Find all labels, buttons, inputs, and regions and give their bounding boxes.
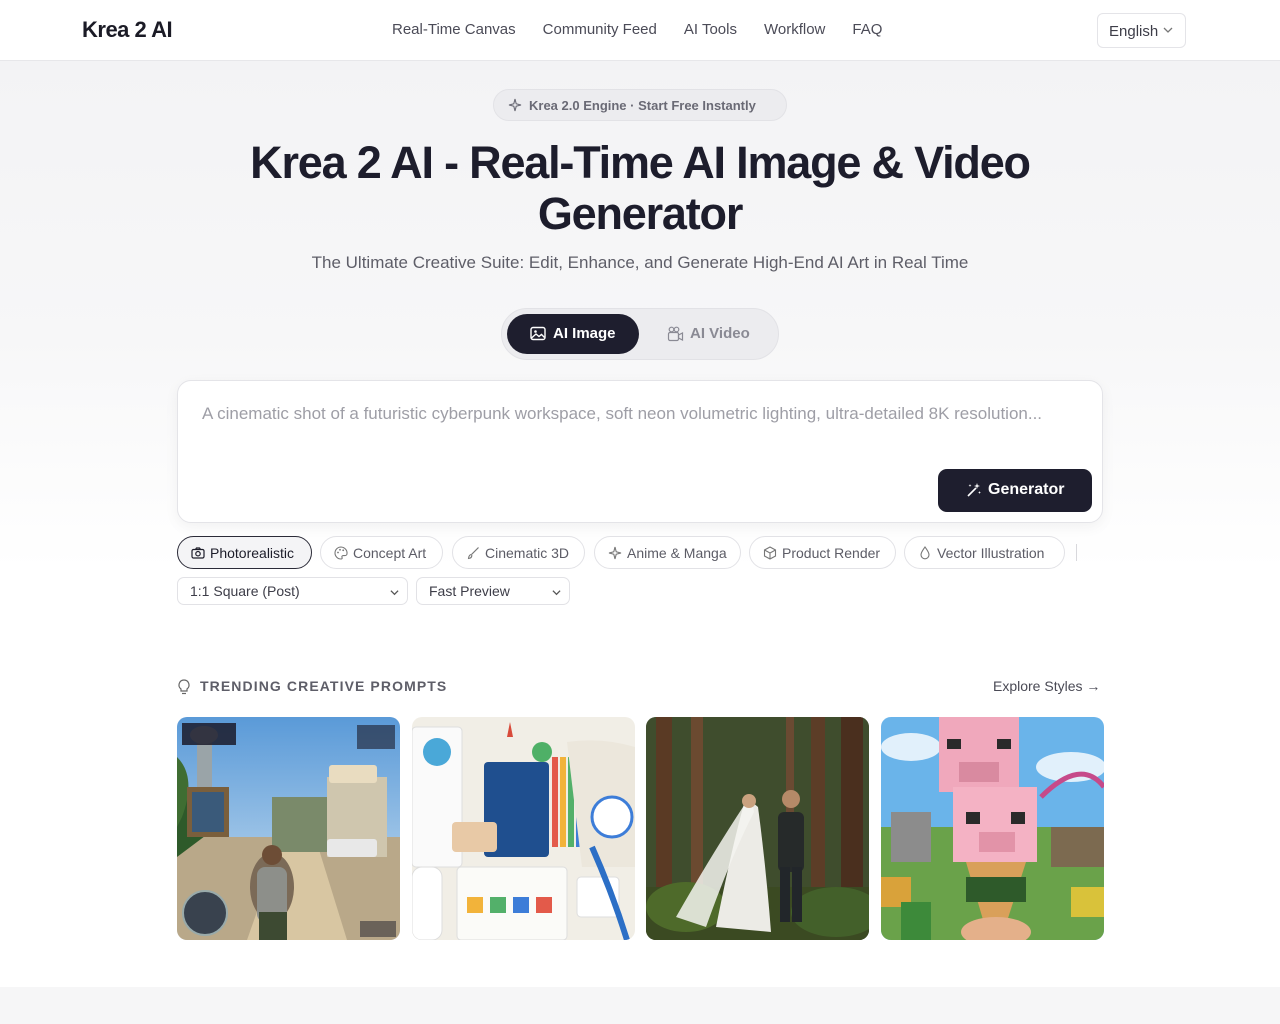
aspect-ratio-value: 1:1 Square (Post) — [190, 583, 300, 599]
trending-card-nextland[interactable] — [412, 717, 635, 940]
nav-real-time-canvas[interactable]: Real-Time Canvas — [392, 21, 516, 38]
camera-icon — [191, 547, 205, 559]
style-chip-photorealistic[interactable]: Photorealistic — [177, 536, 312, 569]
trending-card-forest-wedding[interactable] — [646, 717, 869, 940]
language-label: English — [1109, 23, 1159, 40]
style-chip-label: Concept Art — [353, 545, 427, 561]
site-header: Krea 2 AI Real-Time Canvas Community Fee… — [0, 0, 1280, 61]
title-line-2: Generator — [537, 188, 743, 239]
lightbulb-icon — [178, 679, 190, 695]
style-chip-vector-illustration[interactable]: Vector Illustration — [904, 536, 1065, 569]
generate-label: Generator — [988, 481, 1065, 498]
aspect-ratio-select[interactable]: 1:1 Square (Post) — [177, 577, 408, 605]
style-chip-label: Photorealistic — [210, 545, 295, 561]
style-chips: Photorealistic Concept Art Cinematic 3D … — [177, 536, 1097, 569]
engine-badge: Krea 2.0 Engine · Start Free Instantly — [493, 89, 787, 121]
nav-workflow[interactable]: Workflow — [764, 21, 825, 38]
title-line-1: Krea 2 AI - Real-Time AI Image & Video — [250, 137, 1031, 188]
badge-text: Krea 2.0 Engine · Start Free Instantly — [529, 98, 756, 113]
tab-ai-image-label: AI Image — [553, 325, 616, 342]
style-chip-anime-manga[interactable]: Anime & Manga — [594, 536, 741, 569]
chevron-down-icon — [1163, 27, 1173, 33]
tab-ai-video[interactable]: AI Video — [664, 314, 764, 354]
generate-button[interactable]: Generator — [938, 469, 1092, 512]
trending-heading-text: TRENDING CREATIVE PROMPTS — [200, 678, 448, 694]
brush-icon — [467, 547, 479, 560]
trending-heading: TRENDING CREATIVE PROMPTS — [177, 678, 448, 695]
chips-divider — [1076, 544, 1077, 561]
trending-card-gta-vi[interactable] — [177, 717, 400, 940]
chevron-down-icon — [552, 590, 561, 596]
chevron-down-icon — [390, 590, 399, 596]
quality-value: Fast Preview — [429, 583, 510, 599]
nextland-merch-image — [412, 717, 635, 940]
prompt-box: Generator — [177, 380, 1103, 523]
image-icon — [530, 326, 546, 341]
sparkles-icon — [608, 546, 622, 560]
palette-icon — [334, 546, 348, 560]
gta-vi-street-image — [177, 717, 400, 940]
bottom-section-band — [0, 987, 1280, 1024]
forest-wedding-image — [646, 717, 869, 940]
style-chip-label: Product Render — [782, 545, 881, 561]
video-camera-icon — [667, 326, 684, 342]
explore-styles-link[interactable]: Explore Styles → — [993, 678, 1100, 694]
nav-ai-tools[interactable]: AI Tools — [684, 21, 737, 38]
style-chip-label: Vector Illustration — [937, 545, 1045, 561]
tab-ai-video-label: AI Video — [690, 325, 750, 342]
mode-toggle: AI Image AI Video — [501, 308, 779, 360]
minecraft-pig-ice-cream-image — [881, 717, 1104, 940]
style-chip-label: Anime & Manga — [627, 545, 727, 561]
nav-community-feed[interactable]: Community Feed — [543, 21, 657, 38]
language-select[interactable]: English — [1097, 13, 1186, 48]
sparkles-icon — [508, 98, 522, 112]
page-title: Krea 2 AI - Real-Time AI Image & Video G… — [140, 137, 1140, 239]
page-subtitle: The Ultimate Creative Suite: Edit, Enhan… — [311, 253, 969, 272]
style-chip-concept-art[interactable]: Concept Art — [320, 536, 443, 569]
trending-card-minecraft-pig[interactable] — [881, 717, 1104, 940]
prompt-input[interactable] — [202, 401, 1052, 461]
style-chip-label: Cinematic 3D — [485, 545, 570, 561]
style-chip-cinematic-3d[interactable]: Cinematic 3D — [452, 536, 585, 569]
nav-faq[interactable]: FAQ — [852, 21, 882, 38]
logo[interactable]: Krea 2 AI — [82, 17, 173, 43]
style-chip-product-render[interactable]: Product Render — [749, 536, 896, 569]
magic-wand-icon — [967, 483, 981, 497]
tab-ai-image[interactable]: AI Image — [507, 314, 639, 354]
main-nav: Real-Time Canvas Community Feed AI Tools… — [392, 21, 909, 38]
quality-select[interactable]: Fast Preview — [416, 577, 570, 605]
droplet-icon — [920, 546, 930, 560]
box-icon — [763, 546, 777, 560]
